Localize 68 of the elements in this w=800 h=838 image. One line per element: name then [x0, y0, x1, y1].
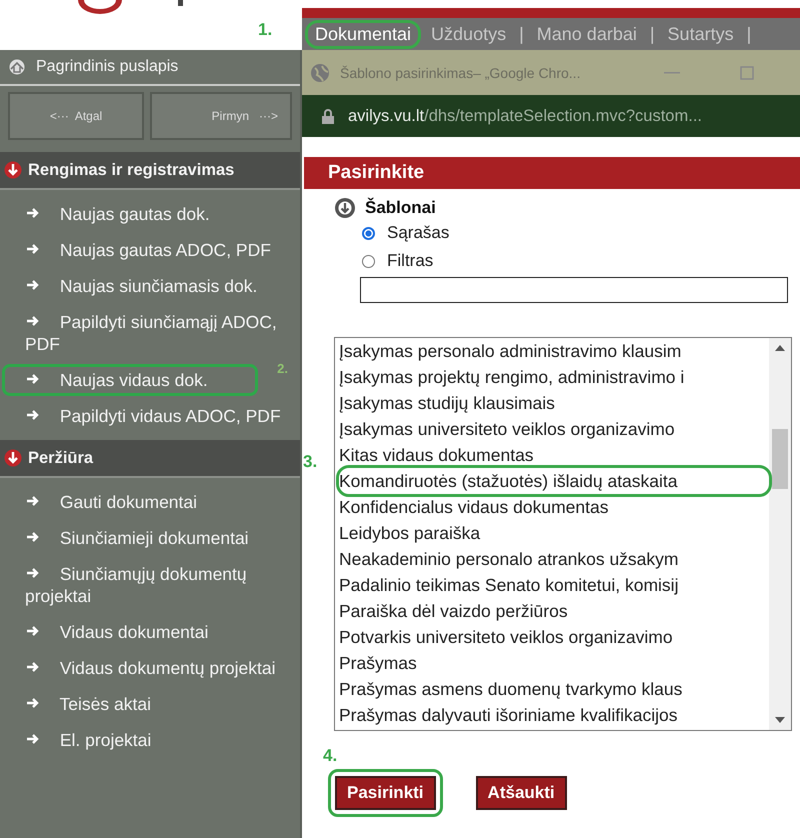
- radio-option[interactable]: Sąrašas: [362, 219, 800, 247]
- list-option[interactable]: Kitas vidaus dokumentas: [339, 442, 769, 468]
- sidebar-item[interactable]: Vidaus dokumentai: [0, 614, 300, 650]
- sidebar-item[interactable]: Naujas siunčiamasis dok.: [0, 268, 300, 304]
- arrow-icon: [25, 278, 41, 292]
- list-option[interactable]: Įsakymas projektų rengimo, administravimo i: [339, 364, 769, 390]
- sidebar-item[interactable]: Vidaus dokumentų projektai: [0, 650, 300, 686]
- sidebar-item[interactable]: Papildyti vidaus ADOC, PDF: [0, 398, 300, 434]
- step-number: 3.: [303, 452, 318, 472]
- sidebar-item[interactable]: Naujas gautas ADOC, PDF: [0, 232, 300, 268]
- radio-option[interactable]: Filtras: [362, 247, 800, 275]
- separator: |: [650, 24, 655, 44]
- select-button[interactable]: Pasirinkti: [335, 776, 436, 810]
- arrow-icon: [25, 624, 41, 638]
- home-icon: [8, 59, 26, 75]
- sidebar-item[interactable]: Siunčiamųjų dokumentų projektai: [0, 556, 300, 614]
- home-link[interactable]: Pagrindinis puslapis: [0, 50, 300, 86]
- sidebar-item[interactable]: Siunčiamieji dokumentai: [0, 520, 300, 556]
- cancel-button[interactable]: Atšaukti: [476, 776, 567, 810]
- separator: |: [519, 24, 524, 44]
- arrow-icon: [25, 732, 41, 746]
- list-option[interactable]: Įsakymas personalo administravimo klausim: [339, 338, 769, 364]
- sidebar-item[interactable]: El. projektai: [0, 722, 300, 758]
- separator: |: [746, 24, 752, 44]
- section-header[interactable]: Rengimas ir registravimas: [0, 152, 300, 190]
- arrow-icon: [25, 566, 41, 580]
- scroll-up-icon[interactable]: [774, 344, 786, 352]
- nav-tab[interactable]: Dokumentai: [308, 22, 418, 46]
- list-option[interactable]: Įsakymas studijų klausimais: [339, 390, 769, 416]
- address-bar[interactable]: avilys.vu.lt/dhs/templateSelection.mvc?custom...: [302, 95, 800, 137]
- globe-icon: [310, 62, 330, 82]
- url-text: avilys.vu.lt/dhs/templateSelection.mvc?custom...: [348, 106, 702, 126]
- step-number: 1.: [258, 20, 272, 40]
- list-option[interactable]: Neakademinio personalo atrankos užsakym: [339, 546, 769, 572]
- step-number: 2.: [277, 360, 288, 378]
- section-header[interactable]: Peržiūra: [0, 440, 300, 478]
- sidebar-item[interactable]: Gauti dokumentai: [0, 484, 300, 520]
- window-title: Šablono pasirinkimas– „Google Chro...: [340, 64, 582, 80]
- list-option[interactable]: Leidybos paraiška: [339, 520, 769, 546]
- section-title: Šablonai: [365, 198, 436, 218]
- list-option[interactable]: Padalinio teikimas Senato komitetui, komisij: [339, 572, 769, 598]
- arrow-icon: [25, 696, 41, 710]
- arrow-icon: [25, 530, 41, 544]
- list-option[interactable]: Prašymas: [339, 650, 769, 676]
- sidebar-item[interactable]: Naujas gautas dok.: [0, 196, 300, 232]
- list-option[interactable]: Įsakymas universiteto veiklos organizavimo: [339, 416, 769, 442]
- arrow-icon: [25, 206, 41, 220]
- step-number: 4.: [323, 746, 338, 766]
- dialog-heading: Pasirinkite: [304, 157, 800, 189]
- arrow-icon: [25, 314, 41, 328]
- list-option[interactable]: Potvarkis universiteto veiklos organizavimo: [339, 624, 769, 650]
- scrollbar[interactable]: [769, 338, 791, 730]
- scroll-thumb[interactable]: [772, 429, 788, 489]
- list-option[interactable]: Prašymas dalyvauti išoriniame kvalifikacijos: [339, 702, 769, 728]
- list-option[interactable]: Komandiruotės (stažuotės) išlaidų ataskaita: [339, 468, 769, 494]
- arrow-icon: [25, 372, 41, 386]
- arrow-icon: [25, 408, 41, 422]
- arrow-icon: [25, 494, 41, 508]
- filter-field[interactable]: [360, 277, 788, 303]
- arrow-icon: [25, 660, 41, 674]
- lock-icon: [322, 108, 334, 124]
- list-option[interactable]: Prašymas asmens duomenų tvarkymo klaus: [339, 676, 769, 702]
- scroll-down-icon[interactable]: [774, 716, 786, 724]
- sidebar-item[interactable]: Papildyti siunčiamąjį ADOC, PDF: [0, 304, 300, 362]
- sidebar-item[interactable]: Teisės aktai: [0, 686, 300, 722]
- list-option[interactable]: Konfidencialus vidaus dokumentas: [339, 494, 769, 520]
- list-option[interactable]: Paraiška dėl vaizdo peržiūros: [339, 598, 769, 624]
- arrow-icon: [25, 242, 41, 256]
